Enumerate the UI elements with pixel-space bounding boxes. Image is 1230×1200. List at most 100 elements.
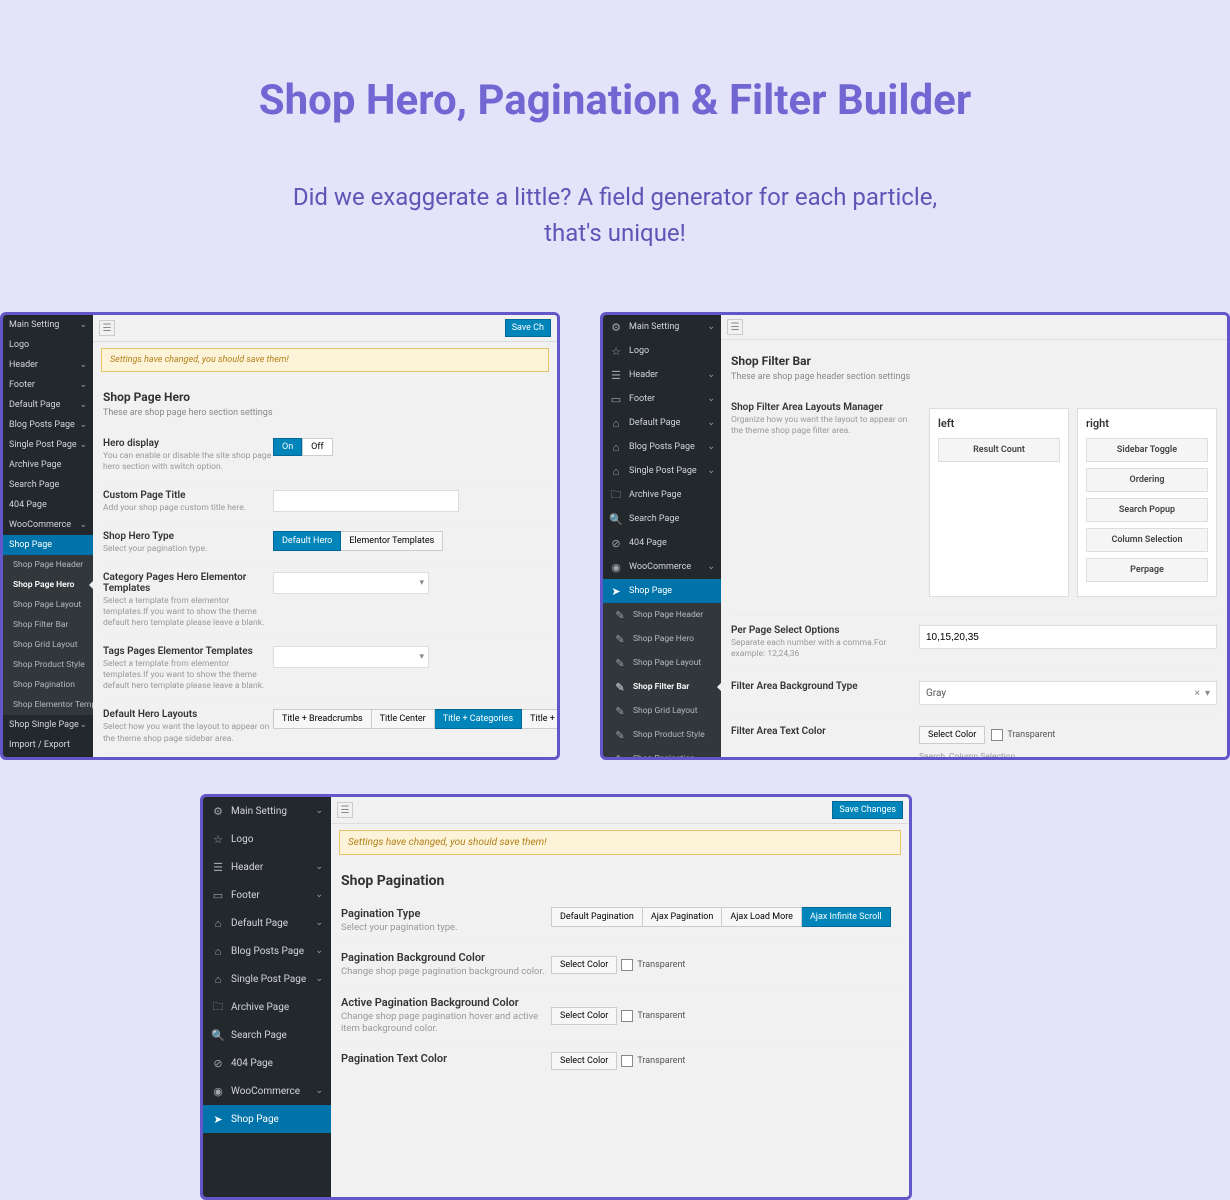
label: Transparent bbox=[637, 1056, 685, 1066]
btn-ajax-infinite-scroll[interactable]: Ajax Infinite Scroll bbox=[802, 907, 891, 927]
sidebar-item-shop-page[interactable]: ➤Shop Page bbox=[203, 1105, 331, 1133]
sidebar-item-single-post[interactable]: Single Post Page⌄ bbox=[3, 435, 93, 455]
btn-default-pagination[interactable]: Default Pagination bbox=[551, 907, 643, 927]
layout-box-result-count[interactable]: Result Count bbox=[938, 438, 1060, 462]
sidebar-item-single-post[interactable]: ⌂Single Post Page⌄ bbox=[203, 965, 331, 993]
sidebar-item-archive[interactable]: 🗀Archive Page bbox=[603, 483, 721, 507]
sidebar-sub-shop-product[interactable]: ✎Shop Product Style bbox=[603, 723, 721, 747]
sidebar-item-header[interactable]: ☰Header⌄ bbox=[203, 853, 331, 881]
sidebar-item-default-page[interactable]: Default Page⌄ bbox=[3, 395, 93, 415]
btn-title-categories-s[interactable]: Title + Categories S bbox=[522, 709, 557, 729]
sidebar-item-import-export[interactable]: Import / Export bbox=[3, 735, 93, 755]
sidebar-item-404[interactable]: 404 Page bbox=[3, 495, 93, 515]
sidebar-item-woocommerce[interactable]: WooCommerce⌄ bbox=[3, 515, 93, 535]
sidebar-item-footer[interactable]: ▭Footer⌄ bbox=[203, 881, 331, 909]
sidebar-sub-shop-product[interactable]: Shop Product Style bbox=[3, 655, 93, 675]
sidebar-item-shop-single[interactable]: Shop Single Page⌄ bbox=[3, 715, 93, 735]
sidebar-sub-shop-pagination[interactable]: Shop Pagination bbox=[3, 675, 93, 695]
layout-box-perpage[interactable]: Perpage bbox=[1086, 558, 1208, 582]
sidebar-sub-shop-layout[interactable]: ✎Shop Page Layout bbox=[603, 651, 721, 675]
sidebar-item-search[interactable]: 🔍Search Page bbox=[603, 507, 721, 531]
sidebar-item-support[interactable]: Support bbox=[3, 755, 93, 757]
hero-display-switch[interactable]: On Off bbox=[273, 438, 333, 456]
search-icon: 🔍 bbox=[609, 512, 623, 526]
sidebar-sub-shop-hero[interactable]: ✎Shop Page Hero bbox=[603, 627, 721, 651]
transparent-checkbox[interactable]: Transparent bbox=[621, 1055, 685, 1067]
chevron-down-icon: ⌄ bbox=[707, 418, 715, 428]
select-color-button[interactable]: Select Color bbox=[919, 726, 985, 744]
btn-ajax-load-more[interactable]: Ajax Load More bbox=[722, 907, 802, 927]
transparent-checkbox[interactable]: Transparent bbox=[991, 729, 1055, 741]
save-button[interactable]: Save Ch bbox=[505, 319, 551, 337]
sidebar-sub-shop-filter[interactable]: ✎Shop Filter Bar bbox=[603, 675, 721, 699]
sidebar-sub-shop-header[interactable]: Shop Page Header bbox=[3, 555, 93, 575]
sidebar-item-search[interactable]: 🔍Search Page bbox=[203, 1021, 331, 1049]
sidebar-item-default-page[interactable]: ⌂Default Page⌄ bbox=[203, 909, 331, 937]
sidebar-item-header[interactable]: ☰Header⌄ bbox=[603, 363, 721, 387]
sidebar-item-archive[interactable]: 🗀Archive Page bbox=[203, 993, 331, 1021]
hamburger-icon[interactable]: ☰ bbox=[727, 319, 743, 335]
btn-ajax-pagination[interactable]: Ajax Pagination bbox=[643, 907, 723, 927]
sidebar-item-default-page[interactable]: ⌂Default Page⌄ bbox=[603, 411, 721, 435]
sidebar-item-header[interactable]: Header⌄ bbox=[3, 355, 93, 375]
btn-title-categories[interactable]: Title + Categories bbox=[435, 709, 522, 729]
sidebar-sub-shop-hero[interactable]: Shop Page Hero bbox=[3, 575, 93, 595]
switch-off[interactable]: Off bbox=[302, 438, 332, 456]
bg-type-select[interactable]: Gray × ▾ bbox=[919, 681, 1217, 705]
layout-box-ordering[interactable]: Ordering bbox=[1086, 468, 1208, 492]
sidebar-sub-shop-grid[interactable]: Shop Grid Layout bbox=[3, 635, 93, 655]
sidebar-item-shop-page[interactable]: Shop Page bbox=[3, 535, 93, 555]
save-button[interactable]: Save Changes bbox=[832, 801, 903, 819]
layout-box-search-popup[interactable]: Search Popup bbox=[1086, 498, 1208, 522]
layout-box-column-selection[interactable]: Column Selection bbox=[1086, 528, 1208, 552]
sidebar-sub-shop-filter[interactable]: Shop Filter Bar bbox=[3, 615, 93, 635]
sidebar-item-main-setting[interactable]: ⚙Main Setting⌄ bbox=[203, 797, 331, 825]
label: Archive Page bbox=[231, 1002, 289, 1013]
sidebar-sub-shop-pagination[interactable]: ✎Shop Pagination bbox=[603, 747, 721, 757]
btn-default-hero[interactable]: Default Hero bbox=[273, 531, 341, 551]
sidebar-item-footer[interactable]: Footer⌄ bbox=[3, 375, 93, 395]
hamburger-icon[interactable]: ☰ bbox=[337, 802, 353, 818]
select-color-button[interactable]: Select Color bbox=[551, 1052, 617, 1070]
sidebar-item-blog-posts[interactable]: ⌂Blog Posts Page⌄ bbox=[203, 937, 331, 965]
hamburger-icon[interactable]: ☰ bbox=[99, 320, 115, 336]
sidebar-item-archive[interactable]: Archive Page bbox=[3, 455, 93, 475]
sidebar-item-blog-posts[interactable]: ⌂Blog Posts Page⌄ bbox=[603, 435, 721, 459]
btn-title-center[interactable]: Title Center bbox=[372, 709, 435, 729]
sidebar-item-blog-posts[interactable]: Blog Posts Page⌄ bbox=[3, 415, 93, 435]
sidebar-item-logo[interactable]: ☆Logo bbox=[203, 825, 331, 853]
field-per-page: Per Page Select Options Separate each nu… bbox=[731, 614, 1217, 670]
sidebar-item-footer[interactable]: ▭Footer⌄ bbox=[603, 387, 721, 411]
sidebar-sub-shop-elementor[interactable]: Shop Elementor Template bbox=[3, 695, 93, 715]
transparent-checkbox[interactable]: Transparent bbox=[621, 1010, 685, 1022]
switch-on[interactable]: On bbox=[273, 438, 302, 456]
sidebar-item-shop-page[interactable]: ➤Shop Page bbox=[603, 579, 721, 603]
layout-box-sidebar-toggle[interactable]: Sidebar Toggle bbox=[1086, 438, 1208, 462]
field-pagination-bg-color: Pagination Background Color Change shop … bbox=[341, 943, 899, 987]
sidebar-item-404[interactable]: ⊘404 Page bbox=[603, 531, 721, 555]
sidebar-item-404[interactable]: ⊘404 Page bbox=[203, 1049, 331, 1077]
per-page-input[interactable] bbox=[919, 625, 1217, 649]
sidebar-item-logo[interactable]: ☆Logo bbox=[603, 339, 721, 363]
sidebar-item-search[interactable]: Search Page bbox=[3, 475, 93, 495]
sidebar-sub-shop-layout[interactable]: Shop Page Layout bbox=[3, 595, 93, 615]
select-color-button[interactable]: Select Color bbox=[551, 1007, 617, 1025]
select-color-button[interactable]: Select Color bbox=[551, 956, 617, 974]
btn-title-breadcrumbs[interactable]: Title + Breadcrumbs bbox=[273, 709, 372, 729]
clear-icon[interactable]: × ▾ bbox=[1195, 688, 1210, 699]
sidebar-item-woocommerce[interactable]: ◉WooCommerce⌄ bbox=[203, 1077, 331, 1105]
sidebar-item-single-post[interactable]: ⌂Single Post Page⌄ bbox=[603, 459, 721, 483]
sidebar-item-woocommerce[interactable]: ◉WooCommerce⌄ bbox=[603, 555, 721, 579]
chevron-down-icon: ⌄ bbox=[79, 400, 87, 410]
sidebar-sub-shop-header[interactable]: ✎Shop Page Header bbox=[603, 603, 721, 627]
sidebar-item-main-setting[interactable]: ⚙Main Setting⌄ bbox=[603, 315, 721, 339]
btn-elementor-templates[interactable]: Elementor Templates bbox=[341, 531, 443, 551]
category-template-dropdown[interactable]: ▾ bbox=[273, 572, 429, 594]
label: Shop Page Hero bbox=[633, 634, 694, 644]
custom-title-input[interactable] bbox=[273, 490, 459, 512]
transparent-checkbox[interactable]: Transparent bbox=[621, 959, 685, 971]
sidebar-item-logo[interactable]: Logo bbox=[3, 335, 93, 355]
tags-template-dropdown[interactable]: ▾ bbox=[273, 646, 429, 668]
sidebar-sub-shop-grid[interactable]: ✎Shop Grid Layout bbox=[603, 699, 721, 723]
sidebar-item-main-setting[interactable]: Main Setting⌄ bbox=[3, 315, 93, 335]
